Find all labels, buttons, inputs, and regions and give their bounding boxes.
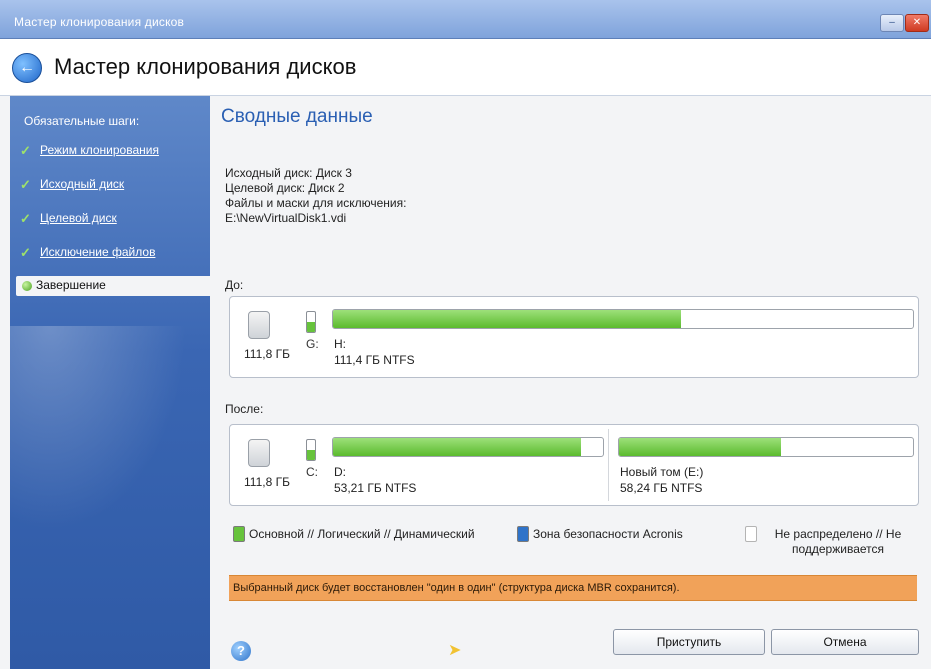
legend-unallocated-label: Не распределено // Не поддерживается xyxy=(774,527,902,556)
sidebar-item-source-disk[interactable]: ✓ Исходный диск xyxy=(20,176,206,196)
hard-disk-icon xyxy=(248,311,270,339)
legend: Основной // Логический // Динамический З… xyxy=(233,524,923,564)
disk-size: 111,8 ГБ xyxy=(244,347,290,361)
summary-content: Сводные данные Исходный диск: Диск 3 Цел… xyxy=(215,96,931,669)
disk-after-panel: 111,8 ГБ C: D: 53,21 ГБ NTFS Новый том (… xyxy=(229,424,919,506)
sidebar-item-file-exclusion[interactable]: ✓ Исключение файлов xyxy=(20,244,206,264)
summary-line: E:\NewVirtualDisk1.vdi xyxy=(225,211,347,225)
partition-bar-e[interactable] xyxy=(618,437,914,457)
help-icon[interactable]: ? xyxy=(231,641,251,661)
after-label: После: xyxy=(225,402,264,416)
checkmark-icon: ✓ xyxy=(20,245,31,260)
legend-unallocated-swatch xyxy=(745,526,757,542)
partition-name: Новый том (E:) xyxy=(620,465,704,479)
disk-size: 111,8 ГБ xyxy=(244,475,290,489)
summary-line: Файлы и маски для исключения: xyxy=(225,196,407,210)
legend-primary-swatch xyxy=(233,526,245,542)
checkmark-icon: ✓ xyxy=(20,177,31,192)
small-partition-fill xyxy=(307,322,315,332)
warning-text: Выбранный диск будет восстановлен "один … xyxy=(233,582,680,594)
partition-name: H: xyxy=(334,337,346,351)
partition-size: 53,21 ГБ NTFS xyxy=(334,481,417,495)
sidebar-item-label[interactable]: Исключение файлов xyxy=(40,245,155,259)
partition-size: 111,4 ГБ NTFS xyxy=(334,353,415,367)
checkmark-icon: ✓ xyxy=(20,211,31,226)
checkmark-icon: ✓ xyxy=(20,143,31,158)
steps-sidebar: Обязательные шаги: ✓ Режим клонирования … xyxy=(10,96,210,669)
summary-line: Исходный диск: Диск 3 xyxy=(225,166,352,180)
partition-size: 58,24 ГБ NTFS xyxy=(620,481,703,495)
sidebar-item-label[interactable]: Режим клонирования xyxy=(40,143,159,157)
legend-acronis-label: Зона безопасности Acronis xyxy=(533,527,683,541)
sidebar-item-clone-mode[interactable]: ✓ Режим клонирования xyxy=(20,142,206,162)
partition-name: D: xyxy=(334,465,346,479)
disk-before-panel: 111,8 ГБ G: H: 111,4 ГБ NTFS xyxy=(229,296,919,378)
partition-divider xyxy=(608,429,609,501)
partition-bar[interactable] xyxy=(332,309,914,329)
warning-bar: Выбранный диск будет восстановлен "один … xyxy=(229,575,917,601)
summary-text: Исходный диск: Диск 3 Целевой диск: Диск… xyxy=(225,166,406,226)
cancel-button[interactable]: Отмена xyxy=(771,629,919,655)
steps-heading: Обязательные шаги: xyxy=(24,114,140,128)
window-title: Мастер клонирования дисков xyxy=(14,15,185,29)
mouse-cursor-icon: ➤ xyxy=(448,642,462,659)
small-partition-fill xyxy=(307,450,315,460)
close-button[interactable]: ✕ xyxy=(905,14,929,32)
sidebar-item-target-disk[interactable]: ✓ Целевой диск xyxy=(20,210,206,230)
partition-bar-d[interactable] xyxy=(332,437,604,457)
small-partition xyxy=(306,311,316,333)
small-partition xyxy=(306,439,316,461)
title-bar: Мастер клонирования дисков – ✕ xyxy=(0,0,931,39)
partition-used-fill xyxy=(333,438,582,456)
back-arrow-icon[interactable]: ← xyxy=(12,53,42,83)
current-step-icon xyxy=(22,281,32,291)
hard-disk-icon xyxy=(248,439,270,467)
sidebar-item-label[interactable]: Исходный диск xyxy=(40,177,124,191)
sidebar-item-label: Завершение xyxy=(36,278,106,292)
drive-letter: C: xyxy=(306,465,318,479)
sidebar-decoration xyxy=(10,326,210,566)
wizard-header: ← Мастер клонирования дисков xyxy=(0,39,931,96)
partition-used-fill xyxy=(619,438,781,456)
proceed-button[interactable]: Приступить xyxy=(613,629,765,655)
sidebar-item-label[interactable]: Целевой диск xyxy=(40,211,117,225)
partition-used-fill xyxy=(333,310,681,328)
drive-letter: G: xyxy=(306,337,319,351)
summary-line: Целевой диск: Диск 2 xyxy=(225,181,345,195)
legend-primary-label: Основной // Логический // Динамический xyxy=(249,527,475,541)
before-label: До: xyxy=(225,278,244,292)
minimize-button[interactable]: – xyxy=(880,14,904,32)
legend-acronis-swatch xyxy=(517,526,529,542)
sidebar-item-finish[interactable]: Завершение xyxy=(16,276,210,296)
summary-title: Сводные данные xyxy=(221,106,373,127)
page-title: Мастер клонирования дисков xyxy=(54,54,357,79)
